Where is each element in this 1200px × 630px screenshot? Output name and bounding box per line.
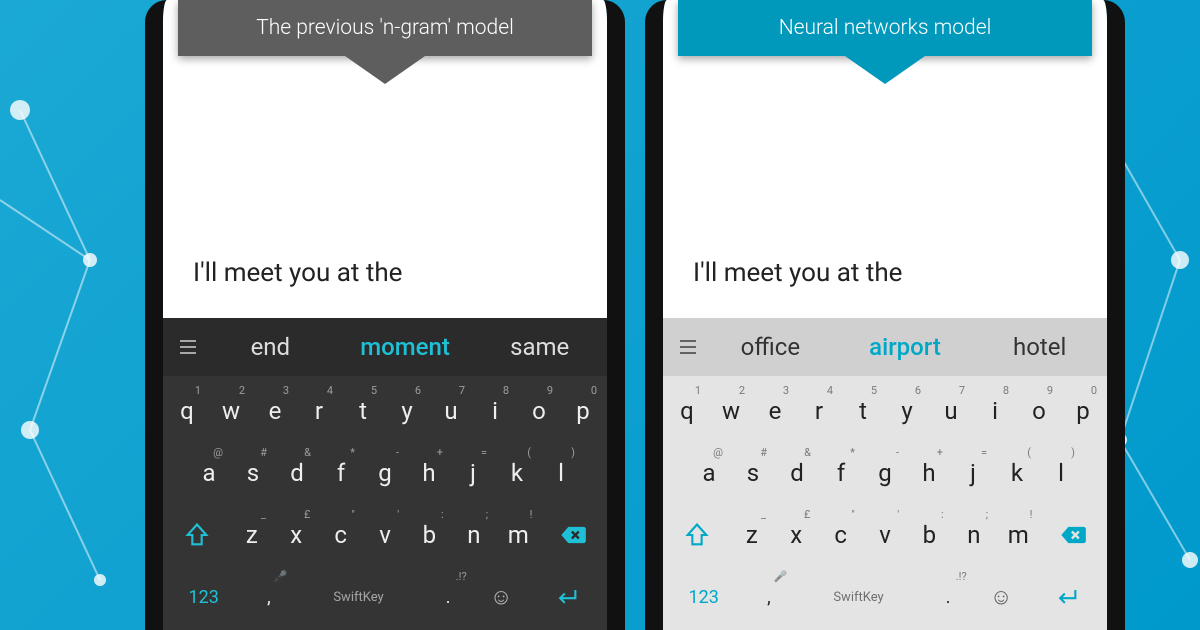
suggestion-1[interactable]: office [703, 333, 838, 361]
key-v[interactable]: 'v [865, 506, 905, 564]
numeric-key[interactable]: 123 [167, 568, 240, 626]
key-w[interactable]: 2w [211, 382, 251, 440]
key-d[interactable]: &d [777, 444, 817, 502]
enter-key[interactable] [530, 568, 603, 626]
suggestion-3[interactable]: same [472, 333, 607, 361]
key-j[interactable]: =j [453, 444, 493, 502]
key-r[interactable]: 4r [299, 382, 339, 440]
key-c[interactable]: "c [820, 506, 860, 564]
suggestion-bar: end moment same [163, 318, 607, 376]
text-input-area[interactable]: I'll meet you at the [163, 70, 607, 318]
key-s[interactable]: #s [733, 444, 773, 502]
key-a[interactable]: @a [189, 444, 229, 502]
key-e[interactable]: 3e [255, 382, 295, 440]
key-i[interactable]: 8i [975, 382, 1015, 440]
key-o[interactable]: 9o [519, 382, 559, 440]
key-v[interactable]: 'v [365, 506, 405, 564]
key-n[interactable]: ;n [454, 506, 494, 564]
key-t[interactable]: 5t [843, 382, 883, 440]
typed-text: I'll meet you at the [193, 258, 402, 288]
key-p[interactable]: 0p [563, 382, 603, 440]
key-w[interactable]: 2w [711, 382, 751, 440]
key-h[interactable]: +h [909, 444, 949, 502]
key-e[interactable]: 3e [755, 382, 795, 440]
key-j[interactable]: =j [953, 444, 993, 502]
banner-pointer [345, 56, 425, 84]
keyboard-dark: 1q 2w 3e 4r 5t 6y 7u 8i 9o 0p @a #s [163, 376, 607, 630]
hamburger-icon[interactable] [163, 340, 203, 354]
emoji-key[interactable]: ☺ [977, 568, 1026, 626]
key-q[interactable]: 1q [167, 382, 207, 440]
key-m[interactable]: !m [498, 506, 538, 564]
banner-neural: Neural networks model [678, 0, 1092, 56]
phone-neural: Neural networks model I'll meet you at t… [645, 0, 1125, 630]
key-z[interactable]: _z [232, 506, 272, 564]
key-b[interactable]: :b [409, 506, 449, 564]
key-g[interactable]: -g [865, 444, 905, 502]
key-c[interactable]: "c [320, 506, 360, 564]
key-a[interactable]: @a [689, 444, 729, 502]
key-o[interactable]: 9o [1019, 382, 1059, 440]
key-i[interactable]: 8i [475, 382, 515, 440]
brand-label: SwiftKey [833, 590, 883, 605]
space-key[interactable]: SwiftKey [297, 568, 419, 626]
banner-pointer [845, 56, 925, 84]
enter-key[interactable] [1030, 568, 1103, 626]
comma-key[interactable]: 🎤, [744, 568, 793, 626]
key-n[interactable]: ;n [954, 506, 994, 564]
period-key[interactable]: .!?. [924, 568, 973, 626]
period-key[interactable]: .!?. [424, 568, 473, 626]
key-t[interactable]: 5t [343, 382, 383, 440]
space-key[interactable]: SwiftKey [797, 568, 919, 626]
key-x[interactable]: £x [276, 506, 316, 564]
key-k[interactable]: (k [997, 444, 1037, 502]
suggestion-bar: office airport hotel [663, 318, 1107, 376]
key-f[interactable]: *f [321, 444, 361, 502]
suggestion-2[interactable]: moment [338, 333, 473, 361]
key-s[interactable]: #s [233, 444, 273, 502]
key-x[interactable]: £x [776, 506, 816, 564]
text-input-area[interactable]: I'll meet you at the [663, 70, 1107, 318]
key-k[interactable]: (k [497, 444, 537, 502]
key-y[interactable]: 6y [887, 382, 927, 440]
backspace-key[interactable] [542, 506, 603, 564]
shift-key[interactable] [667, 506, 728, 564]
brand-label: SwiftKey [333, 590, 383, 605]
numeric-key[interactable]: 123 [667, 568, 740, 626]
banner-label: The previous 'n-gram' model [256, 16, 514, 40]
suggestion-3[interactable]: hotel [972, 333, 1107, 361]
key-u[interactable]: 7u [431, 382, 471, 440]
key-l[interactable]: )l [541, 444, 581, 502]
banner-ngram: The previous 'n-gram' model [178, 0, 592, 56]
phone-ngram: The previous 'n-gram' model I'll meet yo… [145, 0, 625, 630]
key-m[interactable]: !m [998, 506, 1038, 564]
key-f[interactable]: *f [821, 444, 861, 502]
key-b[interactable]: :b [909, 506, 949, 564]
shift-key[interactable] [167, 506, 228, 564]
key-y[interactable]: 6y [387, 382, 427, 440]
key-r[interactable]: 4r [799, 382, 839, 440]
key-u[interactable]: 7u [931, 382, 971, 440]
keyboard-light: 1q 2w 3e 4r 5t 6y 7u 8i 9o 0p @a #s [663, 376, 1107, 630]
key-h[interactable]: +h [409, 444, 449, 502]
suggestion-2[interactable]: airport [838, 333, 973, 361]
key-q[interactable]: 1q [667, 382, 707, 440]
key-z[interactable]: _z [732, 506, 772, 564]
backspace-key[interactable] [1042, 506, 1103, 564]
key-l[interactable]: )l [1041, 444, 1081, 502]
typed-text: I'll meet you at the [693, 258, 902, 288]
key-p[interactable]: 0p [1063, 382, 1103, 440]
emoji-key[interactable]: ☺ [477, 568, 526, 626]
key-d[interactable]: &d [277, 444, 317, 502]
mic-icon: 🎤 [274, 570, 288, 583]
key-g[interactable]: -g [365, 444, 405, 502]
comma-key[interactable]: 🎤, [244, 568, 293, 626]
mic-icon: 🎤 [774, 570, 788, 583]
banner-label: Neural networks model [779, 16, 992, 40]
suggestion-1[interactable]: end [203, 333, 338, 361]
hamburger-icon[interactable] [663, 340, 703, 354]
